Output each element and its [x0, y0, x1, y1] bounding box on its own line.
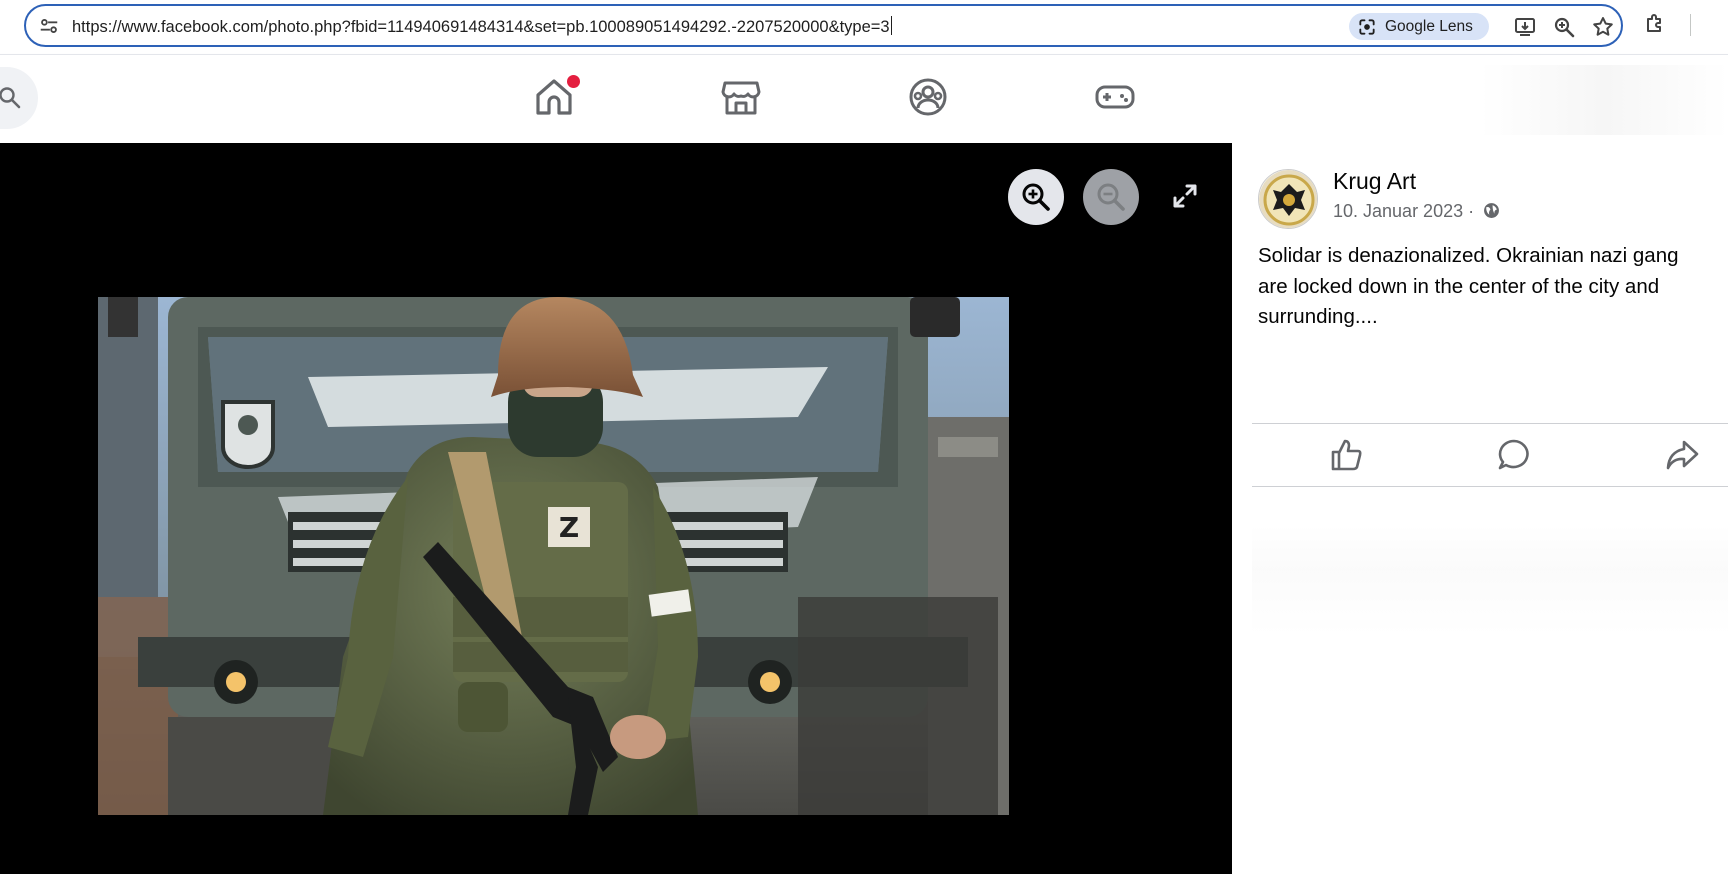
- meta-separator: ·: [1468, 201, 1475, 221]
- groups-icon[interactable]: [906, 75, 950, 119]
- post-caption-line: are locked down in the center of the cit…: [1258, 274, 1660, 298]
- eagle-emblem-icon: [1259, 170, 1317, 228]
- zoom-in-button[interactable]: [1008, 169, 1064, 225]
- facebook-top-nav: [0, 54, 1728, 143]
- text-caret: [890, 16, 892, 35]
- search-button[interactable]: [0, 67, 38, 129]
- marketplace-icon[interactable]: [719, 75, 763, 119]
- share-icon[interactable]: [1664, 437, 1700, 473]
- post-author-name[interactable]: Krug Art: [1333, 168, 1416, 195]
- post-date[interactable]: 10. Januar 2023: [1333, 201, 1463, 221]
- photo-soldier-truck: Z: [98, 297, 1009, 815]
- fullscreen-icon[interactable]: [1170, 181, 1200, 211]
- home-notification-dot: [567, 75, 580, 88]
- comment-icon[interactable]: [1496, 437, 1532, 473]
- globe-icon: [1484, 203, 1500, 218]
- zoom-icon[interactable]: [1552, 15, 1576, 39]
- post-action-bar: [1252, 423, 1728, 487]
- toolbar-divider: [1690, 14, 1691, 36]
- post-meta: 10. Januar 2023 ·: [1333, 201, 1500, 222]
- google-lens-label: Google Lens: [1385, 18, 1473, 35]
- post-details-panel: Krug Art 10. Januar 2023 · Solidar is de…: [1232, 143, 1728, 874]
- z-patch-letter: Z: [559, 511, 579, 544]
- post-caption-line: Solidar is denazionalized. Okrainian naz…: [1258, 244, 1679, 267]
- comments-blurred-area: [1252, 525, 1728, 635]
- google-lens-icon: [1359, 19, 1375, 35]
- post-caption-line[interactable]: surrunding....: [1258, 302, 1728, 333]
- browser-toolbar: https://www.facebook.com/photo.php?fbid=…: [0, 0, 1728, 54]
- post-photo[interactable]: Z: [98, 297, 1009, 815]
- photo-viewer: Z: [0, 143, 1232, 874]
- gaming-icon[interactable]: [1093, 75, 1137, 119]
- extensions-icon[interactable]: [1643, 12, 1667, 36]
- nav-right-blurred-area: [1480, 65, 1728, 135]
- zoom-out-button[interactable]: [1083, 169, 1139, 225]
- url-text[interactable]: https://www.facebook.com/photo.php?fbid=…: [72, 16, 892, 37]
- post-caption: Solidar is denazionalized. Okrainian naz…: [1258, 241, 1728, 333]
- zoom-out-icon: [1097, 183, 1125, 211]
- like-icon[interactable]: [1328, 437, 1364, 473]
- zoom-in-icon: [1022, 183, 1050, 211]
- address-bar[interactable]: https://www.facebook.com/photo.php?fbid=…: [24, 4, 1623, 47]
- search-icon: [0, 87, 21, 109]
- author-avatar[interactable]: [1258, 169, 1318, 229]
- bookmark-star-icon[interactable]: [1591, 15, 1615, 39]
- tune-icon[interactable]: [38, 15, 60, 37]
- google-lens-button[interactable]: Google Lens: [1349, 13, 1489, 40]
- install-app-icon[interactable]: [1513, 15, 1537, 39]
